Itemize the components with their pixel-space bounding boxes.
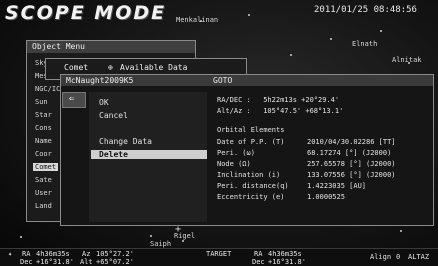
element-label: Node (Ω) [217,160,251,168]
object-menu-item[interactable]: Cons [35,124,52,132]
target-ra-value: 4h36m35s [268,250,302,258]
ra-label: RA [22,250,31,258]
target-ra-label: RA [254,250,263,258]
sky-label-menkalinan: Menkalinan [176,16,219,24]
object-menu-item[interactable]: Coor [35,150,52,158]
element-row: Date of P.P. (T) 2010/04/30.02286 [TT] [217,138,396,146]
radec-value: 5h22m13s +20°29.4' [263,96,340,104]
object-menu-item[interactable]: Sun [35,98,48,106]
change-data-menu-item[interactable]: Change Data [99,137,152,146]
sky-label-alnitak: Alnitak [392,56,422,64]
element-value: 1.4223035 [AU] [307,182,367,190]
altaz-mode-label: ALTAZ [408,253,430,261]
action-menu: OK Cancel Change Data Delete [89,92,207,222]
object-name: McNaught2009K5 [61,75,433,86]
element-label: Peri. (ω) [217,149,255,157]
element-value: 68.17274 [°] (J2000) [307,149,392,157]
sky-label-saiph: Saiph [150,240,172,248]
object-menu-item[interactable]: User [35,189,52,197]
object-menu-title: Object Menu [27,41,195,53]
arrow-left-icon: ⇐ [69,94,75,104]
align-value: 0 [396,253,401,261]
target-label: TARGET [206,250,232,258]
alt-label: Alt [80,258,93,266]
element-value: 2010/04/30.02286 [TT] [307,138,396,146]
object-menu-item[interactable]: Star [35,111,52,119]
star-dot [400,230,402,232]
back-button[interactable]: ⇐ [62,92,86,108]
sky-label-elnath: Elnath [352,40,378,48]
object-menu-item[interactable]: Name [35,137,52,145]
category-label: Comet [64,63,89,72]
star-dot [20,236,22,238]
element-row: Inclination (i) 133.07556 [°] (J2000) [217,171,396,179]
target-dec-label: Dec [252,258,265,266]
available-data-label: Available Data [120,63,188,72]
object-menu-item[interactable]: NGC/IC [35,85,60,93]
object-info: RA/DEC : 5h22m13s +20°29.4' Alt/Az : 105… [217,96,431,220]
target-icon: ⊕ [108,63,113,72]
star-dot [150,235,152,237]
object-menu-item-selected[interactable]: Comet [33,163,59,171]
element-label: Date of P.P. (T) [217,138,285,146]
crosshair-icon: + [175,224,182,235]
element-row: Node (Ω) 257.65578 [°] (J2000) [217,160,396,168]
orbital-elements-title: Orbital Elements [217,126,285,134]
dec-value: +16°31.8' [36,258,74,266]
element-value: 133.07556 [°] (J2000) [307,171,396,179]
az-value: 105°27.2' [96,250,134,258]
az-label: Az [82,250,91,258]
star-dot [290,54,292,56]
alt-value: +65°07.2' [96,258,134,266]
object-menu-item[interactable]: Sate [35,176,52,184]
altaz-label: Alt/Az : [217,107,251,115]
element-label: Inclination (i) [217,171,281,179]
star-dot [330,38,332,40]
ra-value: 4h36m35s [36,250,70,258]
target-dec-value: +16°31.8' [268,258,306,266]
element-value: 1.0000525 [307,193,345,201]
radec-label: RA/DEC : [217,96,251,104]
element-label: Peri. distance(q) [217,182,289,190]
element-row: Peri. (ω) 68.17274 [°] (J2000) [217,149,391,157]
radec-row: RA/DEC : 5h22m13s +20°29.4' [217,96,339,104]
ok-menu-item[interactable]: OK [99,98,109,107]
status-bar: ✦ RA 4h36m35s Az 105°27.2' Dec +16°31.8'… [0,248,438,266]
scope-screen: Menkalinan Elnath Rigel Saiph Alnitak SC… [0,0,438,266]
altaz-row: Alt/Az : 105°47.5' +68°13.1' [217,107,343,115]
mode-title: SCOPE MODE [5,2,167,24]
delete-menu-item[interactable]: Delete [91,150,207,159]
star-dot [380,30,382,32]
star-dot [248,14,250,16]
cancel-menu-item[interactable]: Cancel [99,111,128,120]
element-row: Peri. distance(q) 1.4223035 [AU] [217,182,366,190]
goto-label: GOTO [213,76,233,85]
star-dot [182,240,184,242]
element-row: Eccentricity (e) 1.0000525 [217,193,345,201]
dec-label: Dec [20,258,33,266]
element-label: Eccentricity (e) [217,193,285,201]
altaz-value: 105°47.5' +68°13.1' [263,107,344,115]
align-label: Align [370,253,392,261]
object-menu-item[interactable]: Land [35,202,52,210]
element-value: 257.65578 [°] (J2000) [307,160,396,168]
date-time: 2011/01/25 08:48:56 [314,5,417,15]
telescope-icon: ✦ [8,250,13,258]
